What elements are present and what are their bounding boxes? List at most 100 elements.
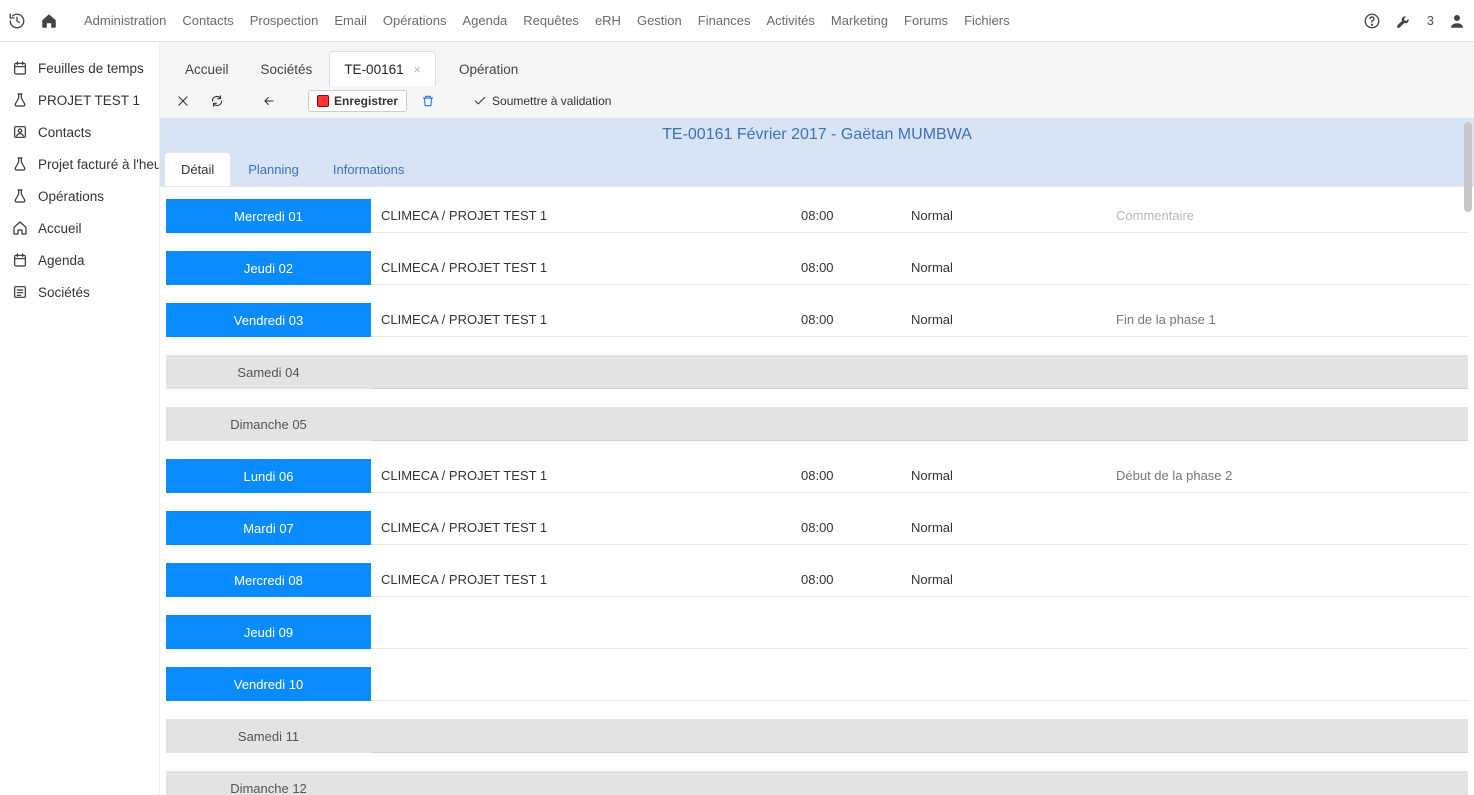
- type-cell[interactable]: Normal: [901, 511, 1106, 545]
- type-cell[interactable]: Normal: [901, 459, 1106, 493]
- time-entry[interactable]: CLIMECA / PROJET TEST 108:00Normal: [371, 511, 1468, 545]
- comment-cell[interactable]: [1106, 719, 1468, 753]
- tab-record[interactable]: TE-00161 ×: [329, 51, 436, 86]
- comment-cell[interactable]: [1106, 251, 1468, 285]
- history-icon[interactable]: [8, 12, 26, 30]
- sidebar-item-agenda[interactable]: Agenda: [0, 244, 159, 276]
- time-entry[interactable]: CLIMECA / PROJET TEST 108:00NormalDébut …: [371, 459, 1468, 493]
- tab-societes[interactable]: Sociétés: [246, 51, 328, 86]
- time-entry[interactable]: CLIMECA / PROJET TEST 108:00Normal: [371, 563, 1468, 597]
- time-cell[interactable]: [791, 719, 901, 753]
- time-cell[interactable]: [791, 355, 901, 389]
- comment-cell[interactable]: [1106, 667, 1468, 701]
- project-cell[interactable]: [371, 615, 791, 649]
- subtab-informations[interactable]: Informations: [316, 152, 422, 186]
- time-cell[interactable]: [791, 771, 901, 795]
- sidebar-item-projet-factur-l-heure[interactable]: Projet facturé à l'heure: [0, 148, 159, 180]
- back-button[interactable]: [256, 91, 282, 111]
- time-entry[interactable]: CLIMECA / PROJET TEST 108:00NormalFin de…: [371, 303, 1468, 337]
- nav-contacts[interactable]: Contacts: [182, 13, 233, 28]
- project-cell[interactable]: [371, 719, 791, 753]
- comment-cell[interactable]: [1106, 563, 1468, 597]
- sidebar-item-soci-t-s[interactable]: Sociétés: [0, 276, 159, 308]
- submit-button[interactable]: Soumettre à validation: [467, 91, 617, 111]
- time-entry[interactable]: [371, 667, 1468, 701]
- comment-cell[interactable]: [1106, 407, 1468, 441]
- nav-fichiers[interactable]: Fichiers: [964, 13, 1010, 28]
- time-cell[interactable]: 08:00: [791, 199, 901, 233]
- type-cell[interactable]: Normal: [901, 251, 1106, 285]
- notif-count[interactable]: 3: [1427, 13, 1434, 28]
- time-entry[interactable]: [371, 719, 1468, 753]
- sidebar-item-feuilles-de-temps[interactable]: Feuilles de temps: [0, 52, 159, 84]
- nav-erh[interactable]: eRH: [595, 13, 621, 28]
- time-cell[interactable]: [791, 667, 901, 701]
- project-cell[interactable]: CLIMECA / PROJET TEST 1: [371, 251, 791, 285]
- nav-opérations[interactable]: Opérations: [383, 13, 447, 28]
- close-icon[interactable]: ×: [413, 62, 421, 77]
- refresh-button[interactable]: [204, 91, 230, 111]
- comment-cell[interactable]: Commentaire: [1106, 199, 1468, 233]
- nav-agenda[interactable]: Agenda: [462, 13, 507, 28]
- nav-prospection[interactable]: Prospection: [250, 13, 319, 28]
- home-icon[interactable]: [40, 12, 58, 30]
- time-entry[interactable]: CLIMECA / PROJET TEST 108:00NormalCommen…: [371, 199, 1468, 233]
- close-record-button[interactable]: [170, 91, 196, 111]
- type-cell[interactable]: [901, 771, 1106, 795]
- time-cell[interactable]: 08:00: [791, 251, 901, 285]
- nav-administration[interactable]: Administration: [84, 13, 166, 28]
- time-entry[interactable]: [371, 615, 1468, 649]
- comment-cell[interactable]: [1106, 771, 1468, 795]
- time-cell[interactable]: [791, 615, 901, 649]
- user-icon[interactable]: [1448, 12, 1466, 30]
- nav-email[interactable]: Email: [334, 13, 367, 28]
- nav-finances[interactable]: Finances: [698, 13, 751, 28]
- subtab-planning[interactable]: Planning: [231, 152, 316, 186]
- delete-button[interactable]: [415, 91, 441, 111]
- time-cell[interactable]: 08:00: [791, 511, 901, 545]
- comment-cell[interactable]: [1106, 615, 1468, 649]
- time-cell[interactable]: 08:00: [791, 563, 901, 597]
- comment-cell[interactable]: Début de la phase 2: [1106, 459, 1468, 493]
- nav-activités[interactable]: Activités: [767, 13, 815, 28]
- wrench-icon[interactable]: [1395, 12, 1413, 30]
- sidebar-item-contacts[interactable]: Contacts: [0, 116, 159, 148]
- save-button[interactable]: Enregistrer: [308, 90, 407, 112]
- tab-operation[interactable]: Opération: [444, 51, 533, 86]
- comment-cell[interactable]: Fin de la phase 1: [1106, 303, 1468, 337]
- sidebar-item-op-rations[interactable]: Opérations: [0, 180, 159, 212]
- type-cell[interactable]: Normal: [901, 563, 1106, 597]
- project-cell[interactable]: CLIMECA / PROJET TEST 1: [371, 459, 791, 493]
- time-cell[interactable]: 08:00: [791, 303, 901, 337]
- project-cell[interactable]: [371, 355, 791, 389]
- time-entry[interactable]: [371, 355, 1468, 389]
- nav-forums[interactable]: Forums: [904, 13, 948, 28]
- project-cell[interactable]: CLIMECA / PROJET TEST 1: [371, 563, 791, 597]
- type-cell[interactable]: [901, 407, 1106, 441]
- time-cell[interactable]: [791, 407, 901, 441]
- comment-cell[interactable]: [1106, 511, 1468, 545]
- project-cell[interactable]: [371, 667, 791, 701]
- sidebar-item-projet-test-1[interactable]: PROJET TEST 1: [0, 84, 159, 116]
- time-entry[interactable]: [371, 771, 1468, 795]
- nav-marketing[interactable]: Marketing: [831, 13, 888, 28]
- project-cell[interactable]: CLIMECA / PROJET TEST 1: [371, 199, 791, 233]
- type-cell[interactable]: [901, 355, 1106, 389]
- project-cell[interactable]: CLIMECA / PROJET TEST 1: [371, 511, 791, 545]
- help-icon[interactable]: [1363, 12, 1381, 30]
- time-entry[interactable]: [371, 407, 1468, 441]
- scrollbar[interactable]: [1464, 118, 1472, 795]
- type-cell[interactable]: Normal: [901, 199, 1106, 233]
- sidebar-item-accueil[interactable]: Accueil: [0, 212, 159, 244]
- time-entry[interactable]: CLIMECA / PROJET TEST 108:00Normal: [371, 251, 1468, 285]
- type-cell[interactable]: [901, 615, 1106, 649]
- project-cell[interactable]: [371, 407, 791, 441]
- project-cell[interactable]: [371, 771, 791, 795]
- type-cell[interactable]: Normal: [901, 303, 1106, 337]
- type-cell[interactable]: [901, 719, 1106, 753]
- nav-requêtes[interactable]: Requêtes: [523, 13, 579, 28]
- subtab-détail[interactable]: Détail: [164, 152, 231, 186]
- time-cell[interactable]: 08:00: [791, 459, 901, 493]
- tab-accueil[interactable]: Accueil: [170, 51, 244, 86]
- nav-gestion[interactable]: Gestion: [637, 13, 682, 28]
